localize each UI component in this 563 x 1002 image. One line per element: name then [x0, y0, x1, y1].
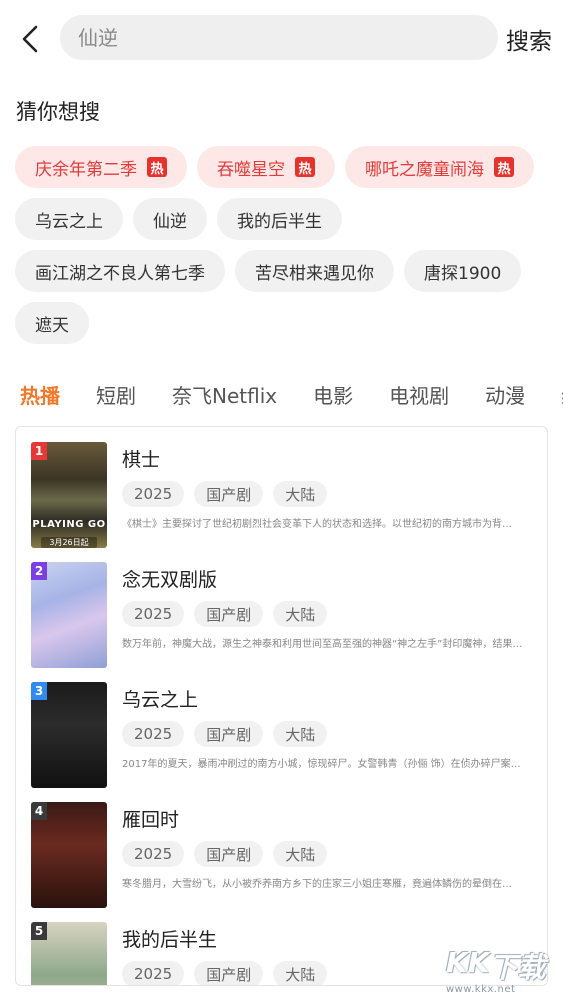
- rank-badge: 2: [31, 562, 47, 580]
- rank-badge: 3: [31, 682, 47, 700]
- item-description: 《棋士》主要探讨了世纪初剧烈社会变革下人的状态和选择。以世纪初的南方城市为背…: [122, 519, 512, 530]
- tab-netflix[interactable]: 奈飞Netflix: [172, 380, 277, 409]
- chip-label: 乌云之上: [35, 211, 103, 232]
- watermark-char: K: [446, 946, 468, 979]
- tab-tv-series[interactable]: 电视剧: [389, 380, 449, 409]
- list-item[interactable]: 4 雁回时 2025 国产剧 大陆 寒冬腊月，大雪纷飞，从小被乔养南方乡下的庄家…: [16, 787, 547, 908]
- poster-image: 3: [31, 682, 107, 788]
- list-item[interactable]: 1 PLAYING GO 3月26日起 棋士 2025 国产剧 大陆 《棋士》主…: [16, 427, 547, 548]
- chip-label: 哪吒之魔童闹海: [365, 159, 484, 180]
- list-item[interactable]: 3 乌云之上 2025 国产剧 大陆 2017年的夏天，暴雨冲刷过的南方小城，惊…: [16, 667, 547, 788]
- suggestion-chip[interactable]: 我的后半生: [217, 198, 342, 240]
- suggestion-chip[interactable]: 乌云之上: [15, 198, 123, 240]
- back-button[interactable]: [14, 20, 46, 58]
- year-tag: 2025: [122, 481, 185, 507]
- chip-label: 吞噬星空: [217, 159, 285, 180]
- rank-badge: 1: [31, 442, 47, 460]
- suggestion-chip[interactable]: 吞噬星空 热: [197, 146, 335, 188]
- top-bar: 搜索: [0, 0, 563, 78]
- region-tag: 大陆: [273, 841, 328, 867]
- category-tabs: 热播 短剧 奈飞Netflix 电影 电视剧 动漫 综: [20, 374, 563, 414]
- item-title: 乌云之上: [122, 689, 199, 711]
- item-tags: 2025 国产剧 大陆: [122, 601, 337, 627]
- chip-row: 乌云之上 仙逆 我的后半生: [15, 198, 555, 240]
- tab-hot[interactable]: 热播: [20, 380, 60, 409]
- suggestion-chip[interactable]: 仙逆: [133, 198, 207, 240]
- year-tag: 2025: [122, 841, 185, 867]
- item-title: 雁回时: [122, 809, 180, 831]
- chip-label: 遮天: [35, 315, 69, 336]
- item-title: 棋士: [122, 449, 161, 471]
- poster-image: 1 PLAYING GO 3月26日起: [31, 442, 107, 548]
- suggestion-chip[interactable]: 庆余年第二季 热: [15, 146, 187, 188]
- chip-label: 画江湖之不良人第七季: [35, 263, 205, 284]
- poster-image: 4: [31, 802, 107, 908]
- suggestion-chip[interactable]: 哪吒之魔童闹海 热: [345, 146, 534, 188]
- region-tag: 大陆: [273, 721, 328, 747]
- region-tag: 大陆: [273, 601, 328, 627]
- chip-row: 画江湖之不良人第七季 苦尽柑来遇见你 唐探1900: [15, 250, 555, 292]
- guess-section-title: 猜你想搜: [16, 100, 100, 124]
- ranking-list: 1 PLAYING GO 3月26日起 棋士 2025 国产剧 大陆 《棋士》主…: [15, 426, 548, 986]
- item-tags: 2025 国产剧 大陆: [122, 481, 337, 507]
- chip-label: 唐探1900: [424, 263, 502, 284]
- chip-label: 仙逆: [153, 211, 187, 232]
- genre-tag: 国产剧: [194, 961, 264, 985]
- watermark-logo: K K 下 载: [446, 946, 558, 986]
- region-tag: 大陆: [273, 481, 328, 507]
- genre-tag: 国产剧: [194, 481, 264, 507]
- watermark-char: 下: [489, 951, 518, 984]
- item-title: 我的后半生: [122, 929, 218, 951]
- chip-label: 苦尽柑来遇见你: [255, 263, 374, 284]
- poster-image: 2: [31, 562, 107, 668]
- suggestion-chip[interactable]: 画江湖之不良人第七季: [15, 250, 225, 292]
- item-tags: 2025 国产剧 大陆: [122, 961, 337, 985]
- poster-image: 5: [31, 922, 107, 985]
- tab-short-drama[interactable]: 短剧: [96, 380, 136, 409]
- search-input[interactable]: [60, 15, 498, 60]
- region-tag: 大陆: [273, 961, 328, 985]
- genre-tag: 国产剧: [194, 601, 264, 627]
- hot-badge: 热: [147, 157, 167, 177]
- hot-badge: 热: [295, 157, 315, 177]
- year-tag: 2025: [122, 601, 185, 627]
- watermark-char: K: [467, 946, 490, 979]
- list-item[interactable]: 2 念无双剧版 2025 国产剧 大陆 数万年前，神魔大战，源生之神泰和利用世间…: [16, 547, 547, 668]
- poster-caption: PLAYING GO: [32, 519, 106, 530]
- suggestion-chips: 庆余年第二季 热 吞噬星空 热 哪吒之魔童闹海 热 乌云之上 仙逆 我的后半生 …: [15, 146, 555, 354]
- chip-row: 遮天: [15, 302, 555, 344]
- item-description: 寒冬腊月，大雪纷飞，从小被乔养南方乡下的庄家三小姐庄寒雁，竟遍体鳞伤的晕倒在…: [122, 879, 512, 890]
- genre-tag: 国产剧: [194, 721, 264, 747]
- tab-movie[interactable]: 电影: [313, 380, 353, 409]
- item-tags: 2025 国产剧 大陆: [122, 721, 337, 747]
- chevron-left-icon: [22, 25, 38, 53]
- rank-badge: 5: [31, 922, 47, 940]
- item-title: 念无双剧版: [122, 569, 218, 591]
- site-watermark: K K 下 载 www.kkx.net: [446, 946, 558, 1000]
- hot-badge: 热: [494, 157, 514, 177]
- chip-label: 我的后半生: [237, 211, 322, 232]
- chip-row: 庆余年第二季 热 吞噬星空 热 哪吒之魔童闹海 热: [15, 146, 555, 188]
- year-tag: 2025: [122, 721, 185, 747]
- suggestion-chip[interactable]: 遮天: [15, 302, 89, 344]
- chip-label: 庆余年第二季: [35, 159, 137, 180]
- item-description: 2017年的夏天，暴雨冲刷过的南方小城，惊现碎尸。女警韩青（孙俪 饰）在侦办碎尸…: [122, 759, 521, 770]
- item-tags: 2025 国产剧 大陆: [122, 841, 337, 867]
- genre-tag: 国产剧: [194, 841, 264, 867]
- suggestion-chip[interactable]: 苦尽柑来遇见你: [235, 250, 394, 292]
- rank-badge: 4: [31, 802, 47, 820]
- item-description: 数万年前，神魔大战，源生之神泰和利用世间至高至强的神器“神之左手”封印魔神，结果…: [122, 639, 523, 650]
- tab-anime[interactable]: 动漫: [485, 380, 525, 409]
- year-tag: 2025: [122, 961, 185, 985]
- search-button[interactable]: 搜索: [506, 22, 552, 56]
- watermark-char: 载: [517, 951, 546, 984]
- suggestion-chip[interactable]: 唐探1900: [404, 250, 522, 292]
